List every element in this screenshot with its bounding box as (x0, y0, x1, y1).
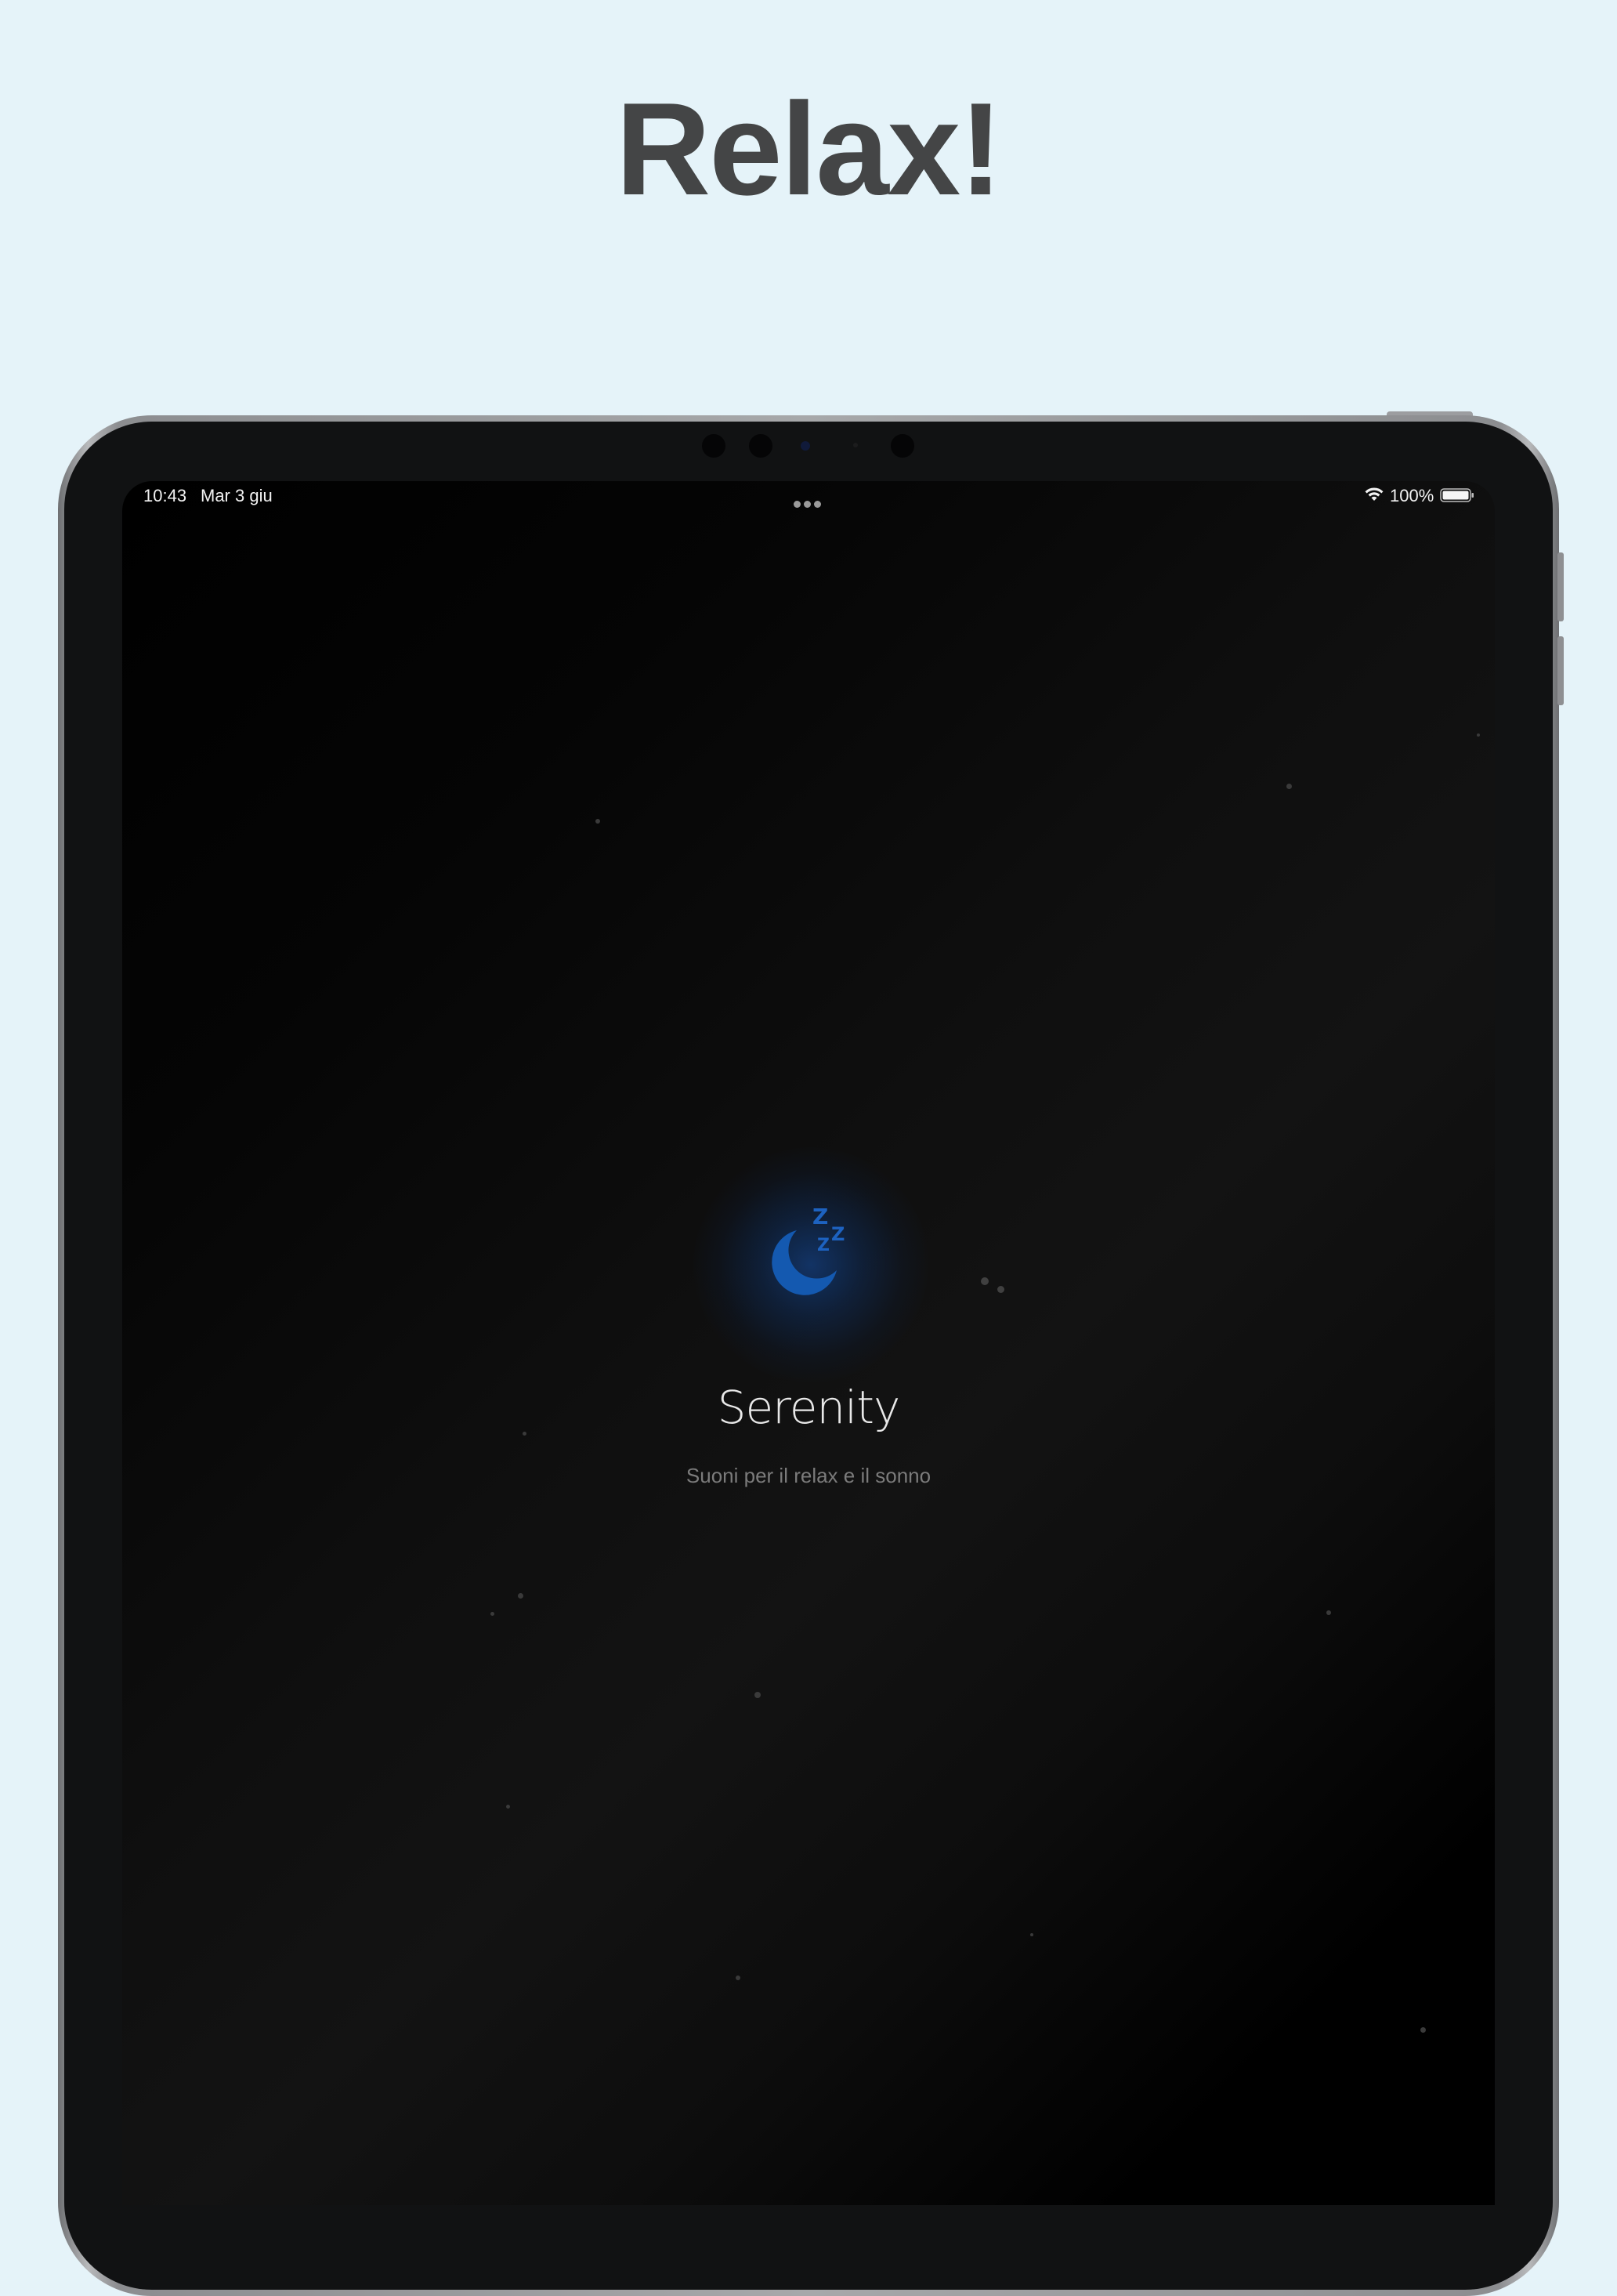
camera-sensor (749, 434, 772, 458)
svg-text:Z: Z (812, 1204, 828, 1229)
star-particle (1030, 1933, 1033, 1936)
star-particle (754, 1692, 761, 1698)
svg-text:Z: Z (817, 1236, 830, 1255)
volume-up-button (1557, 552, 1564, 621)
star-particle (736, 1976, 740, 1980)
camera-sensor (702, 434, 725, 458)
star-particle (1326, 1610, 1331, 1615)
app-screen: 10:43 Mar 3 giu 100% Z Z Z Serenity Suon… (122, 481, 1495, 2205)
camera-sensor (853, 443, 858, 447)
status-bar: 10:43 Mar 3 giu 100% (122, 481, 1495, 509)
marketing-headline: Relax! (615, 75, 1003, 223)
status-date: Mar 3 giu (201, 486, 273, 505)
volume-down-button (1557, 636, 1564, 705)
camera-sensor (891, 434, 914, 458)
star-particle (518, 1593, 523, 1599)
status-time: 10:43 (143, 486, 187, 505)
star-particle (997, 1286, 1004, 1293)
ellipsis-icon[interactable] (794, 492, 825, 508)
moon-sleep-icon: Z Z Z (772, 1204, 845, 1295)
svg-text:Z: Z (831, 1223, 845, 1245)
app-title: Serenity (717, 1381, 901, 1434)
wifi-icon (1365, 487, 1384, 501)
camera-lens (801, 441, 810, 451)
star-particle (506, 1805, 510, 1809)
battery-full-icon (1440, 488, 1474, 502)
star-particle (1420, 2027, 1426, 2033)
star-particle (490, 1612, 494, 1616)
star-particle (1286, 784, 1292, 789)
star-particle (981, 1277, 989, 1285)
star-particle (595, 819, 600, 824)
star-particle (1477, 733, 1480, 737)
battery-percentage: 100% (1390, 486, 1434, 505)
app-tagline: Suoni per il relax e il sonno (686, 1464, 931, 1487)
